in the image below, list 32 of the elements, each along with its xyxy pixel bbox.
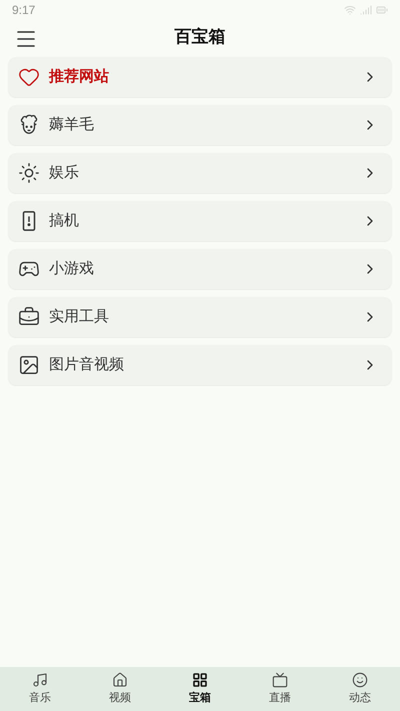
category-label: 薅羊毛: [49, 114, 95, 135]
category-item[interactable]: 实用工具: [8, 297, 392, 337]
category-label: 推荐网站: [49, 66, 110, 87]
heart-icon: [18, 66, 40, 88]
category-label: 图片音视频: [49, 354, 125, 375]
category-label: 娱乐: [49, 162, 80, 183]
category-item[interactable]: 图片音视频: [8, 345, 392, 385]
nav-tab[interactable]: 视频: [80, 667, 160, 711]
category-item[interactable]: 娱乐: [8, 153, 392, 193]
tv-icon: [272, 672, 288, 688]
nav-tab[interactable]: 宝箱: [160, 667, 240, 711]
status-time: 9:17: [12, 2, 36, 19]
category-item[interactable]: 搞机: [8, 201, 392, 241]
nav-tab[interactable]: 音乐: [0, 667, 80, 711]
smiley-icon: [352, 672, 368, 688]
signal-icon: [360, 4, 372, 16]
page-title: 百宝箱: [174, 26, 226, 48]
grid-icon: [192, 672, 208, 688]
battery-icon: [376, 4, 388, 16]
sun-icon: [18, 162, 40, 184]
home-icon: [112, 672, 128, 688]
category-label: 实用工具: [49, 306, 110, 327]
music-note-icon: [32, 672, 48, 688]
nav-tab[interactable]: 直播: [240, 667, 320, 711]
image-icon: [18, 354, 40, 376]
nav-tab[interactable]: 动态: [320, 667, 400, 711]
category-label: 搞机: [49, 210, 80, 231]
category-item[interactable]: 推荐网站: [8, 57, 392, 97]
category-label: 小游戏: [49, 258, 95, 279]
category-item[interactable]: 小游戏: [8, 249, 392, 289]
category-item[interactable]: 薅羊毛: [8, 105, 392, 145]
toolbox-icon: [18, 306, 40, 328]
